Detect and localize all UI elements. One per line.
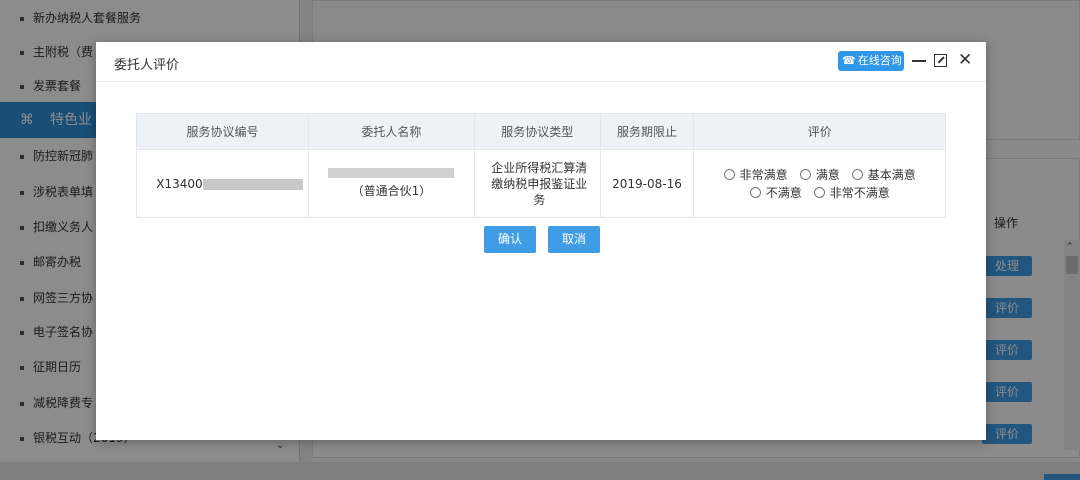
dialog-header: 委托人评价 ☎ 在线咨询 ✕ <box>96 42 986 82</box>
column-header-end-date: 服务期限止 <box>599 113 695 150</box>
client-name-cell: （普通合伙1） <box>307 149 475 218</box>
cancel-button[interactable]: 取消 <box>548 226 600 253</box>
dialog-title: 委托人评价 <box>114 58 180 73</box>
online-consult-button[interactable]: ☎ 在线咨询 <box>838 51 904 71</box>
agreement-table: 服务协议编号 委托人名称 服务协议类型 服务期限止 评价 X13400 （普通合… <box>136 113 946 218</box>
service-type-cell: 企业所得税汇算清缴纳税申报鉴证业务 <box>473 149 601 218</box>
rating-satisfied-radio[interactable]: 满意 <box>799 166 840 184</box>
rating-cell: 非常满意 满意 基本满意 不满意 非常不满意 <box>693 149 946 218</box>
column-header-rating: 评价 <box>693 113 946 150</box>
maximize-icon[interactable] <box>934 50 947 70</box>
minimize-icon[interactable] <box>912 50 926 70</box>
agreement-id-link[interactable]: X13400 <box>156 177 202 191</box>
rating-basically-satisfied-radio[interactable]: 基本满意 <box>851 166 916 184</box>
column-header-client-name: 委托人名称 <box>307 113 475 150</box>
rating-unsatisfied-radio[interactable]: 不满意 <box>749 184 802 202</box>
table-header-row: 服务协议编号 委托人名称 服务协议类型 服务期限止 评价 <box>136 113 946 150</box>
close-icon[interactable]: ✕ <box>958 50 972 70</box>
redacted-text <box>328 168 455 178</box>
client-name-suffix: （普通合伙1） <box>351 184 432 198</box>
rating-very-unsatisfied-radio[interactable]: 非常不满意 <box>813 184 890 202</box>
agreement-id-cell[interactable]: X13400 <box>136 149 309 218</box>
table-row: X13400 （普通合伙1） 企业所得税汇算清缴纳税申报鉴证业务 2019-08… <box>136 149 946 218</box>
column-header-service-type: 服务协议类型 <box>473 113 601 150</box>
headset-icon: ☎ <box>842 54 856 67</box>
rating-very-satisfied-radio[interactable]: 非常满意 <box>723 166 788 184</box>
client-rating-dialog: 委托人评价 ☎ 在线咨询 ✕ 服务协议编号 委托人名称 服务协议类型 服务期限止 … <box>96 42 986 440</box>
end-date-cell: 2019-08-16 <box>599 149 695 218</box>
column-header-agreement-id: 服务协议编号 <box>136 113 309 150</box>
redacted-text <box>202 178 303 190</box>
confirm-button[interactable]: 确认 <box>484 226 536 253</box>
